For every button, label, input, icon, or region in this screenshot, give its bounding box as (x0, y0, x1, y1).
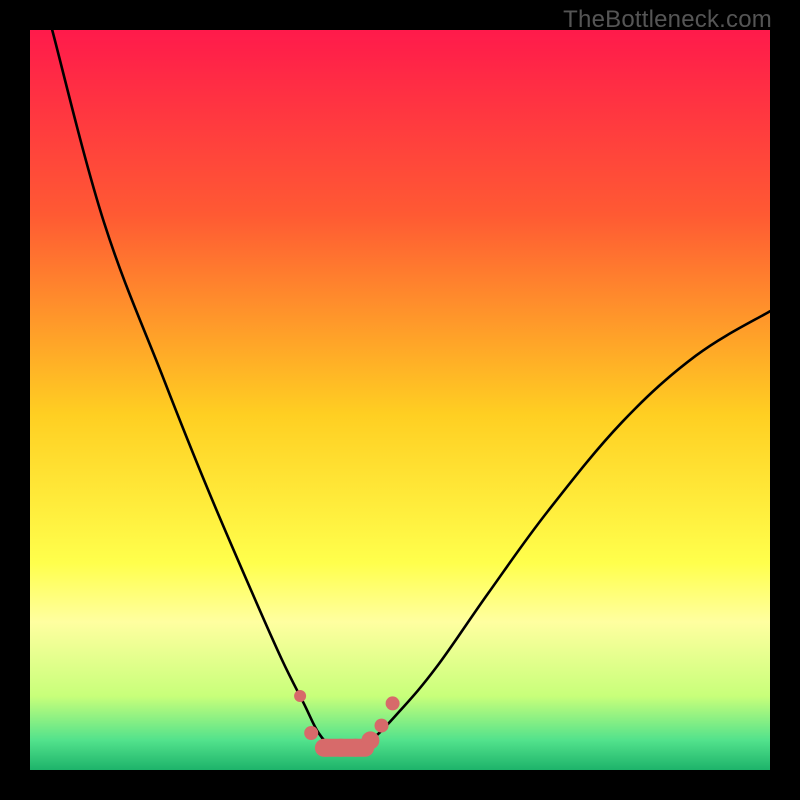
marker-dot (386, 696, 400, 710)
marker-dot (375, 719, 389, 733)
marker-dot (294, 690, 306, 702)
chart-svg (30, 30, 770, 770)
marker-group (294, 690, 400, 757)
watermark-text: TheBottleneck.com (563, 6, 772, 34)
marker-dot (361, 731, 379, 749)
plot-area (30, 30, 770, 770)
bottleneck-curve (52, 30, 770, 749)
marker-dot (304, 726, 318, 740)
outer-frame: TheBottleneck.com (0, 0, 800, 800)
